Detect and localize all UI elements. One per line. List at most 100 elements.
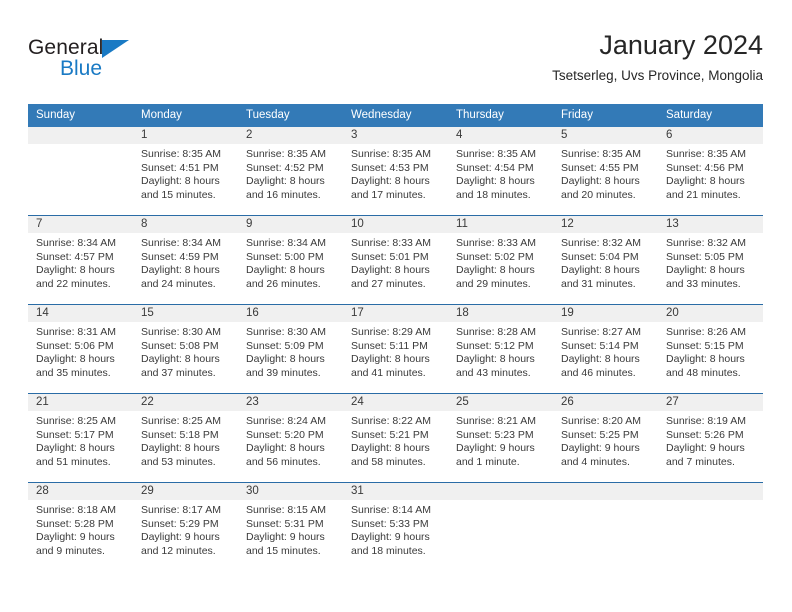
calendar-week-row: 7 Sunrise: 8:34 AM Sunset: 4:57 PM Daylight… <box>28 215 763 305</box>
daylight-text-line2: and 48 minutes. <box>666 366 741 379</box>
daylight-text-line1: Daylight: 8 hours <box>246 264 325 277</box>
sunrise-text: Sunrise: 8:33 AM <box>351 237 431 249</box>
calendar-day-cell[interactable]: 8 Sunrise: 8:34 AM Sunset: 4:59 PM Daylight… <box>133 215 238 305</box>
day-number: 29 <box>133 483 238 500</box>
sunset-text: Sunset: 5:20 PM <box>246 428 324 441</box>
day-details: Sunrise: 8:14 AM Sunset: 5:33 PM Daylight:… <box>343 500 448 558</box>
sunrise-text: Sunrise: 8:35 AM <box>141 148 221 160</box>
day-number: 19 <box>553 305 658 322</box>
daylight-text-line2: and 18 minutes. <box>456 188 531 201</box>
calendar-day-cell[interactable]: 13 Sunrise: 8:32 AM Sunset: 5:05 PM Dayligh… <box>658 215 763 305</box>
day-number: 14 <box>28 305 133 322</box>
daylight-text-line1: Daylight: 9 hours <box>456 442 535 455</box>
calendar-day-cell[interactable]: 19 Sunrise: 8:27 AM Sunset: 5:14 PM Dayligh… <box>553 304 658 394</box>
day-number: 5 <box>553 127 658 144</box>
day-details: Sunrise: 8:18 AM Sunset: 5:28 PM Daylight:… <box>28 500 133 558</box>
day-cell-inner: 24 Sunrise: 8:22 AM Sunset: 5:21 PM Dayligh… <box>343 394 448 482</box>
calendar-day-cell[interactable]: 23 Sunrise: 8:24 AM Sunset: 5:20 PM Dayligh… <box>238 393 343 483</box>
calendar-day-cell[interactable]: 9 Sunrise: 8:34 AM Sunset: 5:00 PM Daylight… <box>238 215 343 305</box>
day-number: 10 <box>343 216 448 233</box>
daylight-text-line2: and 26 minutes. <box>246 277 321 290</box>
day-details: Sunrise: 8:34 AM Sunset: 4:57 PM Daylight:… <box>28 233 133 291</box>
day-cell-inner: 30 Sunrise: 8:15 AM Sunset: 5:31 PM Dayligh… <box>238 483 343 571</box>
calendar-day-cell[interactable]: 6 Sunrise: 8:35 AM Sunset: 4:56 PM Daylight… <box>658 127 763 216</box>
calendar-day-cell[interactable]: 11 Sunrise: 8:33 AM Sunset: 5:02 PM Dayligh… <box>448 215 553 305</box>
calendar-day-cell-empty <box>28 127 133 216</box>
sunrise-text: Sunrise: 8:30 AM <box>141 326 221 338</box>
sunrise-text: Sunrise: 8:15 AM <box>246 504 326 516</box>
daylight-text-line2: and 39 minutes. <box>246 366 321 379</box>
day-details: Sunrise: 8:25 AM Sunset: 5:17 PM Daylight:… <box>28 411 133 469</box>
weekday-header-saturday: Saturday <box>658 104 763 127</box>
calendar-day-cell-empty <box>658 482 763 571</box>
sunset-text: Sunset: 4:54 PM <box>456 161 534 174</box>
day-details: Sunrise: 8:35 AM Sunset: 4:51 PM Daylight:… <box>133 144 238 202</box>
daylight-text-line2: and 9 minutes. <box>36 544 105 557</box>
day-number: 20 <box>658 305 763 322</box>
daylight-text-line2: and 7 minutes. <box>666 455 735 468</box>
day-number: 8 <box>133 216 238 233</box>
calendar-day-cell[interactable]: 22 Sunrise: 8:25 AM Sunset: 5:18 PM Dayligh… <box>133 393 238 483</box>
sunset-text: Sunset: 5:29 PM <box>141 517 219 530</box>
daylight-text-line1: Daylight: 8 hours <box>666 353 745 366</box>
calendar-week-row: 1 Sunrise: 8:35 AM Sunset: 4:51 PM Daylight… <box>28 127 763 216</box>
day-number: 21 <box>28 394 133 411</box>
sunset-text: Sunset: 5:05 PM <box>666 250 744 263</box>
daylight-text-line1: Daylight: 8 hours <box>666 264 745 277</box>
calendar-day-cell[interactable]: 27 Sunrise: 8:19 AM Sunset: 5:26 PM Dayligh… <box>658 393 763 483</box>
sunset-text: Sunset: 5:04 PM <box>561 250 639 263</box>
sunset-text: Sunset: 5:08 PM <box>141 339 219 352</box>
calendar-day-cell[interactable]: 2 Sunrise: 8:35 AM Sunset: 4:52 PM Daylight… <box>238 127 343 216</box>
calendar-day-cell[interactable]: 16 Sunrise: 8:30 AM Sunset: 5:09 PM Dayligh… <box>238 304 343 394</box>
calendar-day-cell[interactable]: 12 Sunrise: 8:32 AM Sunset: 5:04 PM Dayligh… <box>553 215 658 305</box>
day-cell-inner: 3 Sunrise: 8:35 AM Sunset: 4:53 PM Daylight… <box>343 127 448 215</box>
calendar-day-cell-empty <box>553 482 658 571</box>
calendar-day-cell[interactable]: 10 Sunrise: 8:33 AM Sunset: 5:01 PM Dayligh… <box>343 215 448 305</box>
daylight-text-line2: and 58 minutes. <box>351 455 426 468</box>
calendar-day-cell[interactable]: 17 Sunrise: 8:29 AM Sunset: 5:11 PM Dayligh… <box>343 304 448 394</box>
daylight-text-line2: and 35 minutes. <box>36 366 111 379</box>
sunrise-text: Sunrise: 8:25 AM <box>36 415 116 427</box>
general-blue-logo[interactable]: General Blue <box>28 36 208 88</box>
calendar-header-row: Sunday Monday Tuesday Wednesday Thursday… <box>28 104 763 127</box>
sunrise-text: Sunrise: 8:35 AM <box>246 148 326 160</box>
sunset-text: Sunset: 5:23 PM <box>456 428 534 441</box>
day-number: 30 <box>238 483 343 500</box>
calendar-day-cell[interactable]: 15 Sunrise: 8:30 AM Sunset: 5:08 PM Dayligh… <box>133 304 238 394</box>
calendar-day-cell[interactable]: 25 Sunrise: 8:21 AM Sunset: 5:23 PM Dayligh… <box>448 393 553 483</box>
calendar-day-cell[interactable]: 7 Sunrise: 8:34 AM Sunset: 4:57 PM Daylight… <box>28 215 133 305</box>
calendar-day-cell[interactable]: 29 Sunrise: 8:17 AM Sunset: 5:29 PM Dayligh… <box>133 482 238 571</box>
sunrise-text: Sunrise: 8:34 AM <box>141 237 221 249</box>
calendar-day-cell[interactable]: 5 Sunrise: 8:35 AM Sunset: 4:55 PM Daylight… <box>553 127 658 216</box>
calendar-day-cell[interactable]: 30 Sunrise: 8:15 AM Sunset: 5:31 PM Dayligh… <box>238 482 343 571</box>
daylight-text-line1: Daylight: 9 hours <box>561 442 640 455</box>
day-details: Sunrise: 8:30 AM Sunset: 5:08 PM Daylight:… <box>133 322 238 380</box>
day-number: 25 <box>448 394 553 411</box>
calendar-day-cell[interactable]: 21 Sunrise: 8:25 AM Sunset: 5:17 PM Dayligh… <box>28 393 133 483</box>
daylight-text-line1: Daylight: 8 hours <box>36 264 115 277</box>
daylight-text-line1: Daylight: 8 hours <box>246 442 325 455</box>
calendar-day-cell[interactable]: 1 Sunrise: 8:35 AM Sunset: 4:51 PM Daylight… <box>133 127 238 216</box>
calendar-day-cell[interactable]: 18 Sunrise: 8:28 AM Sunset: 5:12 PM Dayligh… <box>448 304 553 394</box>
day-cell-inner <box>658 483 763 571</box>
calendar-day-cell[interactable]: 3 Sunrise: 8:35 AM Sunset: 4:53 PM Daylight… <box>343 127 448 216</box>
calendar-day-cell[interactable]: 20 Sunrise: 8:26 AM Sunset: 5:15 PM Dayligh… <box>658 304 763 394</box>
sunrise-text: Sunrise: 8:21 AM <box>456 415 536 427</box>
daylight-text-line2: and 1 minute. <box>456 455 520 468</box>
sunset-text: Sunset: 4:55 PM <box>561 161 639 174</box>
calendar-day-cell[interactable]: 28 Sunrise: 8:18 AM Sunset: 5:28 PM Dayligh… <box>28 482 133 571</box>
sunset-text: Sunset: 5:31 PM <box>246 517 324 530</box>
daylight-text-line1: Daylight: 8 hours <box>456 175 535 188</box>
calendar-day-cell[interactable]: 26 Sunrise: 8:20 AM Sunset: 5:25 PM Dayligh… <box>553 393 658 483</box>
logo-text-blue: Blue <box>60 57 103 80</box>
calendar-day-cell[interactable]: 24 Sunrise: 8:22 AM Sunset: 5:21 PM Dayligh… <box>343 393 448 483</box>
calendar-day-cell[interactable]: 14 Sunrise: 8:31 AM Sunset: 5:06 PM Dayligh… <box>28 304 133 394</box>
daylight-text-line2: and 17 minutes. <box>351 188 426 201</box>
calendar-day-cell[interactable]: 4 Sunrise: 8:35 AM Sunset: 4:54 PM Daylight… <box>448 127 553 216</box>
sunset-text: Sunset: 5:15 PM <box>666 339 744 352</box>
day-number: 7 <box>28 216 133 233</box>
day-details: Sunrise: 8:35 AM Sunset: 4:56 PM Daylight:… <box>658 144 763 202</box>
day-cell-inner: 27 Sunrise: 8:19 AM Sunset: 5:26 PM Dayligh… <box>658 394 763 482</box>
day-cell-inner: 15 Sunrise: 8:30 AM Sunset: 5:08 PM Dayligh… <box>133 305 238 393</box>
calendar-day-cell[interactable]: 31 Sunrise: 8:14 AM Sunset: 5:33 PM Dayligh… <box>343 482 448 571</box>
